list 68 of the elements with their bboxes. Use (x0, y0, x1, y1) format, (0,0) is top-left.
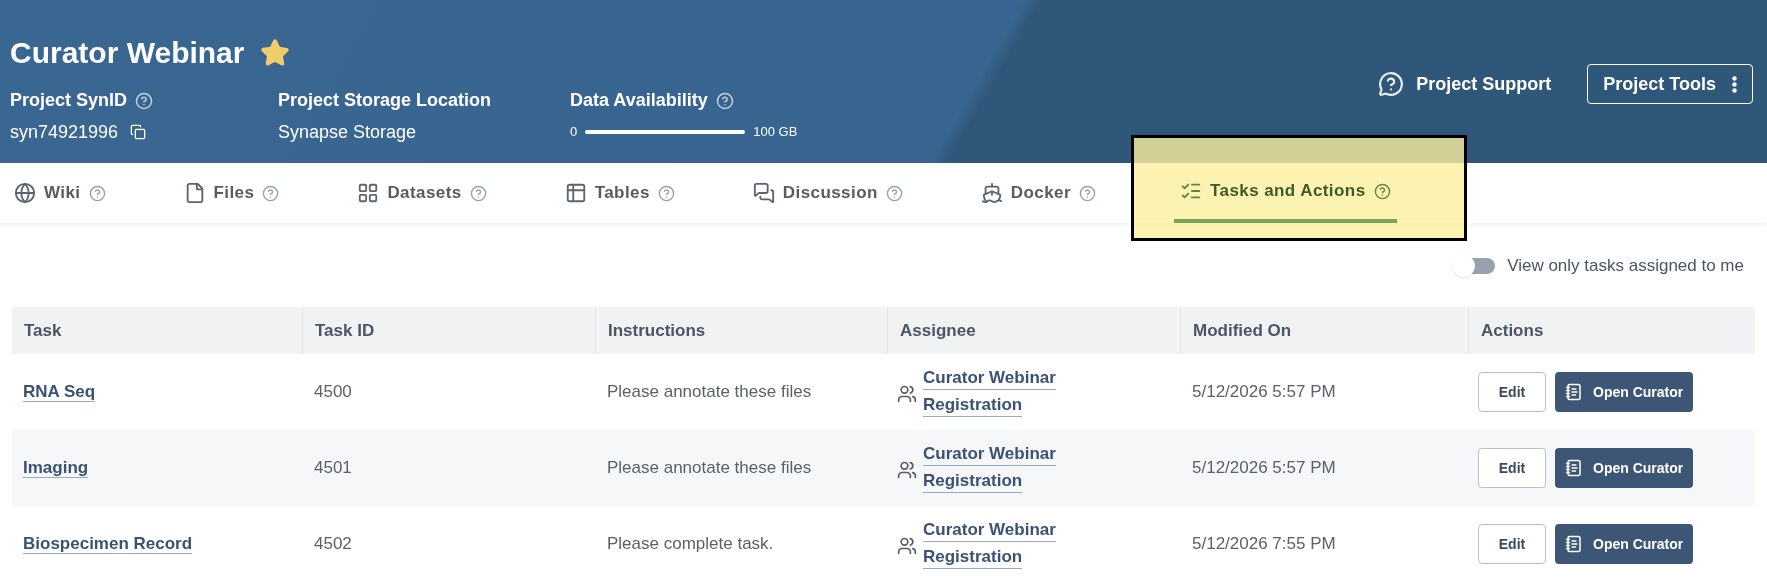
assignee-link[interactable]: Registration (923, 546, 1023, 569)
team-icon (897, 536, 917, 556)
toggle-label: View only tasks assigned to me (1507, 255, 1744, 278)
note-icon (1565, 383, 1583, 401)
nav-tab[interactable]: Wiki (14, 163, 106, 223)
copy-icon[interactable] (130, 124, 147, 140)
project-support-button[interactable]: Project Support (1378, 64, 1552, 104)
table-cell-text: Please complete task. (606, 533, 775, 556)
open-curator-button[interactable]: Open Curator (1555, 448, 1694, 488)
note-icon (1565, 459, 1583, 477)
task-link[interactable]: Biospecimen Record (23, 534, 193, 555)
support-icon (1378, 71, 1405, 97)
field-value: Synapse Storage (278, 120, 417, 144)
help-icon (262, 184, 280, 202)
tab-icon (14, 182, 36, 204)
help-icon (88, 184, 106, 202)
help-icon (885, 184, 903, 202)
nav-tab[interactable]: Datasets (357, 163, 487, 223)
assignee-link[interactable]: Registration (923, 394, 1023, 417)
nav-tab[interactable]: Tables (564, 163, 675, 223)
nav-tab[interactable]: Discussion (752, 163, 903, 223)
table-cell-text: 5/12/2026 7:55 PM (1191, 533, 1337, 556)
favorite-star-icon[interactable] (260, 37, 291, 68)
assignee-link[interactable]: Curator Webinar (923, 519, 1056, 542)
nav-tab[interactable]: Tasks and Actions (1173, 163, 1397, 223)
open-curator-button[interactable]: Open Curator (1555, 372, 1694, 412)
edit-button[interactable]: Edit (1478, 372, 1546, 412)
assignee-link[interactable]: Registration (923, 470, 1023, 493)
table-cell-text: 5/12/2026 5:57 PM (1191, 381, 1337, 404)
edit-button[interactable]: Edit (1478, 524, 1546, 564)
help-icon (657, 184, 675, 202)
toggle-switch[interactable] (1455, 258, 1496, 274)
assignee-link[interactable]: Curator Webinar (923, 367, 1056, 390)
more-icon (1732, 75, 1737, 93)
field-value: syn74921996 (10, 120, 119, 144)
team-icon (897, 460, 917, 480)
help-icon (1373, 182, 1391, 200)
project-title: Curator Webinar (10, 35, 245, 71)
meter-max: 100 GB (753, 123, 798, 142)
project-tools-button[interactable]: Project Tools (1587, 64, 1753, 104)
help-icon[interactable] (715, 91, 734, 110)
assignee-link[interactable]: Curator Webinar (923, 443, 1056, 466)
nav-tab[interactable]: Files (183, 163, 280, 223)
team-icon (897, 384, 917, 404)
tab-icon (357, 182, 380, 204)
table-cell-text: 4501 (313, 457, 353, 480)
open-curator-button[interactable]: Open Curator (1555, 524, 1694, 564)
task-link[interactable]: RNA Seq (23, 382, 96, 403)
tab-icon (980, 182, 1003, 204)
tab-icon (752, 182, 775, 204)
table-cell-text: Please annotate these files (606, 381, 813, 404)
task-link[interactable]: Imaging (23, 458, 89, 479)
meter-min: 0 (570, 123, 578, 142)
field-label: Project Storage Location (278, 89, 492, 112)
field-label: Data Availability (570, 89, 708, 112)
note-icon (1565, 535, 1583, 553)
edit-button[interactable]: Edit (1478, 448, 1546, 488)
tab-icon (564, 182, 587, 204)
table-cell-text: Please annotate these files (606, 457, 813, 480)
field-label: Project SynID (10, 89, 128, 112)
help-icon[interactable] (135, 91, 154, 110)
table-cell-text: 4502 (313, 533, 353, 556)
column-header: Task (23, 319, 63, 342)
nav-tab[interactable]: Docker (980, 163, 1096, 223)
help-icon (1078, 184, 1096, 202)
table-cell-text: 5/12/2026 5:57 PM (1191, 457, 1337, 480)
table-cell-text: 4500 (313, 381, 353, 404)
help-icon (469, 184, 487, 202)
